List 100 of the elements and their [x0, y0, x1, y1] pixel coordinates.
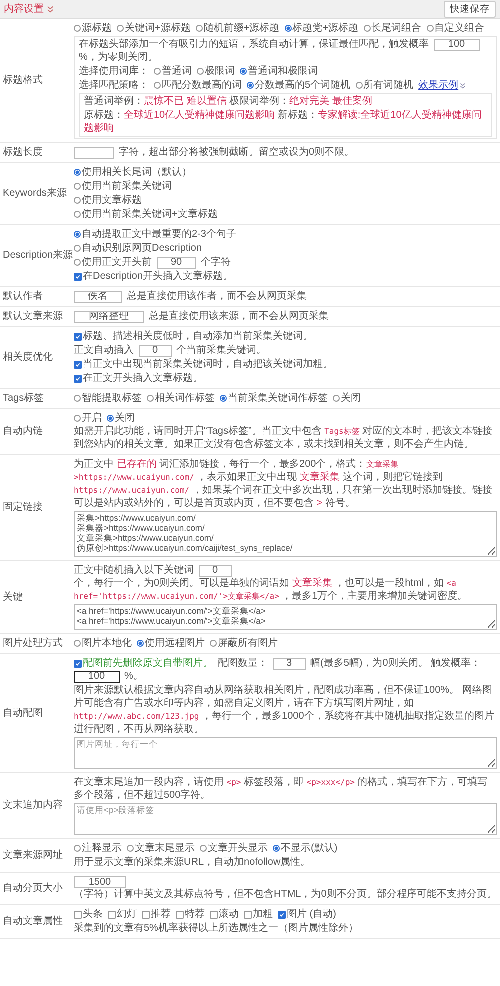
setting-text: 字符，超出部分将被强制截断。留空或设为0则不限。	[119, 146, 355, 159]
setting-text: 总是直接使用该作者，而不会从网页采集	[127, 290, 307, 303]
radio-button[interactable]: 当前采集关键词作标签	[220, 392, 328, 405]
radio-button[interactable]: 使用当前采集关键词+文章标题	[74, 208, 218, 221]
radio-button[interactable]: 使用相关长尾词（默认）	[74, 166, 192, 179]
setting-text: 配图数量：	[218, 657, 268, 670]
radio-button[interactable]: 随机前缀+源标题	[196, 22, 280, 35]
input-field[interactable]: 3	[273, 658, 306, 670]
text-area[interactable]: 图片网址，每行一个	[74, 737, 497, 769]
setting-label: 自动配图	[2, 706, 43, 720]
setting-label: 自动分页大小	[2, 882, 63, 895]
radio-button[interactable]: 关闭	[107, 412, 135, 425]
radio-button[interactable]: 标题党+源标题	[284, 22, 359, 35]
setting-text: 幅(最多5幅)，为0则关闭。 触发概率：	[310, 657, 482, 670]
radio-button[interactable]: 使用正文开头前	[74, 256, 152, 269]
checkbox[interactable]: 配图前先删除原文自带图片。	[74, 657, 213, 670]
setting-text: 原标题：全球近10亿人受精神健康问题影响 新标题：专家解读:全球近10亿人受精神健康问题影响	[84, 109, 483, 135]
setting-label: 默认作者	[2, 290, 43, 303]
setting-label: 关键	[2, 590, 23, 604]
setting-text: 选择使用词库：	[79, 65, 149, 78]
setting-text: 在文章末尾追加一段内容，请使用 <p> 标签段落，即 <p>xxx</p> 的格式，填写在下方，可填写多个段落，但不超过500字符。	[74, 776, 489, 802]
radio-button[interactable]: 普通词	[154, 65, 192, 78]
input-field[interactable]: 100	[74, 670, 120, 682]
setting-text: 用于显示文章的采集来源URL，自动加nofollow属性。	[74, 856, 311, 869]
radio-button[interactable]: 不显示(默认)	[273, 842, 338, 855]
setting-label: 自动文章属性	[2, 915, 63, 928]
radio-button[interactable]: 长尾词组合	[364, 22, 422, 35]
setting-text: 为正文中 已存在的 词汇添加链接，每行一个，最多200个，格式：文章采集>https://www.ucaiyun.com/ ，表示如果正文中出现 文章采集 这个词，则把它链接到 https://www.ucaiyun.com/ ，如果某个词在正文中多次出现，只在第一次出现时添加链接。链接可以是站内或站外的，可以是首页或内页，但不要包含 > 符号。	[74, 458, 494, 510]
setting-label: 文末追加内容	[2, 799, 63, 812]
setting-text: 个，每行一个，为0则关闭。可以是单独的词语如 文章采集 ，也可以是一段html，如 <a href='https://www.ucaiyun.com/'>文章采集</a> ，最多1万个，主要用来增加关键词密度。	[74, 577, 469, 603]
radio-button[interactable]: 智能提取标签	[74, 392, 142, 405]
input-field[interactable]: 1500	[74, 876, 126, 888]
setting-label: 固定链接	[2, 501, 43, 514]
radio-button[interactable]: 自动识别原网页Description	[74, 242, 202, 255]
radio-button[interactable]: 关闭	[333, 392, 361, 405]
checkbox[interactable]: 幻灯	[108, 908, 137, 921]
expand-icon	[460, 82, 466, 88]
radio-button[interactable]: 开启	[74, 412, 102, 425]
checkbox[interactable]: 当正文中出现当前采集关键词时，自动把该关键词加粗。	[74, 358, 333, 371]
checkbox[interactable]: 加粗	[244, 908, 273, 921]
setting-text: 图片来源默认根据文章内容自动从网络获取相关图片，配图成功率高，但不保证100%。 网络图片可能含有广告或水印等内容，如需自定义图片，请在下方填写图片网址，如 http://www.abc.com/123.jpg ，每行一个，最多1000个，系统将在其中随机抽取指定数量的图片进行配图，不再从网络获取。	[74, 684, 496, 736]
radio-button[interactable]: 关键词+源标题	[117, 22, 191, 35]
example-link[interactable]: 效果示例	[418, 79, 466, 92]
radio-button[interactable]: 自定义组合	[426, 22, 485, 35]
checkbox[interactable]: 头条	[74, 908, 103, 921]
input-field[interactable]: 0	[139, 344, 172, 356]
text-area[interactable]: 采集>https://www.ucaiyun.com/ 采集器>https://www.ucaiyun.com/ 文章采集>https://www.ucaiyun.com/ 伪原创>https://www.ucaiyun.com/caiji/test_syns_replace/	[74, 511, 497, 557]
radio-button[interactable]: 相关词作标签	[147, 392, 215, 405]
radio-button[interactable]: 极限词	[197, 65, 235, 78]
checkbox[interactable]: 特荐	[176, 908, 205, 921]
setting-text: 总是直接使用该来源，而不会从网页采集	[149, 310, 329, 323]
radio-button[interactable]: 所有词随机	[356, 79, 414, 92]
chevron-icon	[47, 6, 54, 12]
radio-button[interactable]: 分数最高的5个词随机	[247, 79, 351, 92]
radio-button[interactable]: 屏蔽所有图片	[210, 637, 278, 650]
radio-button[interactable]: 匹配分数最高的词	[154, 79, 242, 92]
radio-button[interactable]: 使用文章标题	[74, 194, 142, 207]
setting-text: 个字符	[201, 256, 231, 269]
radio-button[interactable]: 文章末尾显示	[127, 842, 195, 855]
quick-save-button[interactable]: 快速保存	[444, 0, 496, 18]
setting-label: 标题格式	[2, 74, 43, 87]
setting-text: 如需开启此功能，请同时开启“Tags标签”。当正文中包含 Tags标签 对应的文本时，把该文本链接到您站内的相关文章。如果正文没有包含标签文本，或未找到相关文章，则不会产生内链。	[74, 425, 494, 451]
input-field[interactable]: 90	[157, 256, 196, 268]
radio-button[interactable]: 源标题	[74, 22, 112, 35]
setting-text: 普通词举例：震惊不已 难以置信 极限词举例：绝对完美 最佳案例	[84, 95, 372, 108]
setting-text: 在标题头部添加一个有吸引力的短语，系统自动计算，保证最佳匹配，触发概率	[79, 38, 429, 51]
setting-label: Keywords来源	[2, 187, 67, 200]
input-field[interactable]: 100	[434, 38, 480, 50]
section-title[interactable]: 内容设置	[4, 2, 44, 16]
checkbox[interactable]: 图片 (自动)	[278, 908, 336, 921]
checkbox[interactable]: 推荐	[142, 908, 171, 921]
text-area[interactable]: <a href='https://www.ucaiyun.com/'>文章采集</a> <a href='https://www.ucaiyun.com/'>文章采集</a>	[74, 604, 497, 630]
setting-label: 图片处理方式	[2, 637, 63, 650]
radio-button[interactable]: 使用当前采集关键词	[74, 180, 172, 193]
setting-label: 文章来源网址	[2, 849, 63, 862]
radio-button[interactable]: 使用远程图片	[137, 637, 205, 650]
setting-text: 正文中随机插入以下关键词	[74, 564, 194, 577]
setting-label: 默认文章来源	[2, 310, 63, 323]
radio-button[interactable]: 注释显示	[74, 842, 122, 855]
setting-text: %，为零则关闭。	[79, 51, 158, 64]
checkbox[interactable]: 滚动	[210, 908, 239, 921]
checkbox[interactable]: 在Description开头插入文章标题。	[74, 270, 234, 283]
setting-label: Tags标签	[2, 392, 44, 405]
radio-button[interactable]: 普通词和极限词	[240, 65, 318, 78]
checkbox[interactable]: 标题、描述相关度低时，自动添加当前采集关键词。	[74, 330, 313, 343]
input-field[interactable]: 0	[199, 564, 232, 576]
setting-text: %。	[124, 670, 144, 683]
text-area[interactable]: 请使用<p>段落标签	[74, 803, 497, 835]
checkbox[interactable]: 在正文开头插入文章标题。	[74, 372, 203, 385]
setting-label: 自动内链	[2, 425, 43, 438]
input-field[interactable]	[74, 146, 114, 158]
setting-text: 正文自动插入	[74, 344, 134, 357]
radio-button[interactable]: 自动提取正文中最重要的2-3个句子	[74, 228, 236, 241]
radio-button[interactable]: 图片本地化	[74, 637, 132, 650]
setting-text: 个当前采集关键词。	[176, 344, 266, 357]
radio-button[interactable]: 文章开头显示	[200, 842, 268, 855]
setting-text: 选择匹配策略：	[79, 79, 149, 92]
setting-text: 采集到的文章有5%机率获得以上所选属性之一（图片属性除外）	[74, 922, 358, 935]
setting-text: （字符）计算中英文及其标点符号，但不包含HTML，为0则不分页。部分程序可能不支持分页。	[74, 888, 497, 901]
setting-label: 相关度优化	[2, 351, 53, 364]
